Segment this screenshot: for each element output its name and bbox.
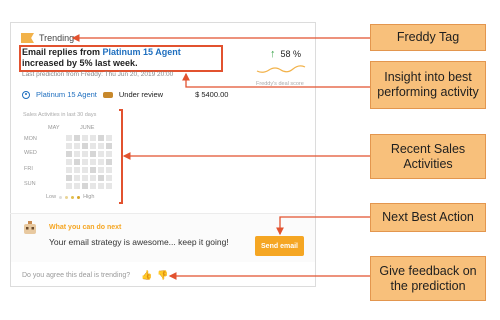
arrow-next-action (276, 216, 370, 236)
callout-insight: Insight into best performing activity (370, 61, 486, 109)
callout-activities: Recent Sales Activities (370, 134, 486, 179)
callout-feedback: Give feedback on the prediction (370, 256, 486, 301)
callout-next-action: Next Best Action (370, 203, 486, 232)
arrow-insight (182, 72, 370, 88)
callout-freddy-tag: Freddy Tag (370, 24, 486, 51)
